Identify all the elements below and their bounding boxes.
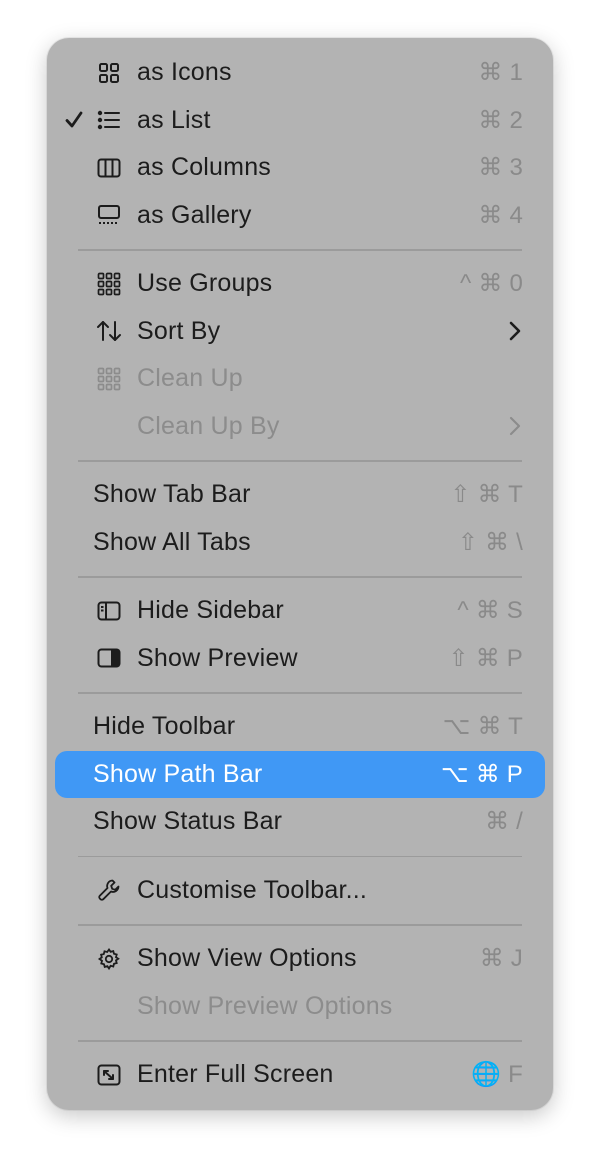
clean-up-icon	[95, 365, 123, 393]
keyboard-shortcut: ⌥ ⌘ T	[442, 713, 523, 741]
keyboard-shortcut: ⌘ 4	[478, 201, 523, 229]
grid-icon	[95, 59, 123, 87]
menu-item-label: Show Path Bar	[93, 759, 263, 788]
keyboard-shortcut: ⌘ /	[485, 808, 523, 836]
chevron-right-icon	[507, 415, 523, 437]
keyboard-shortcut: 🌐 F	[471, 1061, 523, 1089]
chevron-right-icon	[507, 320, 523, 342]
menu-item-label: as List	[137, 105, 211, 134]
menu-item-show-view-options[interactable]: Show View Options ⌘ J	[47, 935, 553, 983]
menu-item-label: Show Status Bar	[93, 807, 283, 836]
keyboard-shortcut: ⌘ J	[479, 945, 523, 973]
keyboard-shortcut: ⇧ ⌘ T	[450, 481, 523, 509]
keyboard-shortcut: ⇧ ⌘ P	[448, 644, 523, 672]
menu-item-label: Enter Full Screen	[137, 1060, 334, 1089]
sort-icon	[95, 317, 123, 345]
menu-item-sort-by[interactable]: Sort By	[47, 308, 553, 356]
menu-separator	[47, 1030, 553, 1051]
fullscreen-icon	[95, 1061, 123, 1089]
menu-item-enter-full-screen[interactable]: Enter Full Screen 🌐 F	[47, 1051, 553, 1099]
menu-item-label: Clean Up By	[137, 411, 280, 440]
keyboard-shortcut: ⌘ 1	[478, 59, 523, 87]
preview-icon	[95, 644, 123, 672]
menu-item-show-tab-bar[interactable]: Show Tab Bar ⇧ ⌘ T	[47, 471, 553, 519]
menu-item-hide-sidebar[interactable]: Hide Sidebar ^ ⌘ S	[47, 587, 553, 635]
menu-item-label: as Icons	[137, 58, 232, 87]
gear-icon	[95, 945, 123, 973]
view-context-menu: as Icons ⌘ 1 as List ⌘ 2 as Columns ⌘ 3	[47, 38, 553, 1110]
keyboard-shortcut: ^ ⌘ S	[457, 597, 523, 625]
keyboard-shortcut: ⇧ ⌘ \	[457, 528, 523, 556]
menu-item-label: Show View Options	[137, 944, 357, 973]
gallery-icon	[95, 201, 123, 229]
menu-separator	[47, 239, 553, 260]
menu-separator	[47, 566, 553, 587]
menu-item-label: Hide Sidebar	[137, 596, 284, 625]
menu-item-show-preview[interactable]: Show Preview ⇧ ⌘ P	[47, 635, 553, 683]
menu-item-use-groups[interactable]: Use Groups ^ ⌘ 0	[47, 260, 553, 308]
menu-item-label: Use Groups	[137, 269, 273, 298]
menu-item-show-status-bar[interactable]: Show Status Bar ⌘ /	[47, 798, 553, 846]
menu-item-label: Show Tab Bar	[93, 480, 251, 509]
menu-item-clean-up: Clean Up	[47, 355, 553, 403]
menu-item-label: Show Preview Options	[137, 991, 393, 1020]
keyboard-shortcut: ⌥ ⌘ P	[441, 760, 523, 788]
menu-separator	[47, 450, 553, 471]
sidebar-icon	[95, 597, 123, 625]
menu-item-show-preview-options: Show Preview Options	[47, 983, 553, 1031]
menu-item-show-path-bar[interactable]: Show Path Bar ⌥ ⌘ P	[55, 750, 545, 798]
wrench-icon	[95, 876, 123, 904]
keyboard-shortcut: ⌘ 2	[478, 106, 523, 134]
groups-icon	[95, 270, 123, 298]
list-icon	[95, 106, 123, 134]
menu-item-clean-up-by: Clean Up By	[47, 403, 553, 451]
menu-separator	[47, 846, 553, 867]
checkmark-icon	[61, 105, 87, 135]
columns-icon	[95, 154, 123, 182]
menu-item-show-all-tabs[interactable]: Show All Tabs ⇧ ⌘ \	[47, 519, 553, 567]
menu-item-as-columns[interactable]: as Columns ⌘ 3	[47, 144, 553, 192]
menu-item-label: Sort By	[137, 316, 221, 345]
menu-item-label: Customise Toolbar...	[137, 875, 368, 904]
menu-item-label: Clean Up	[137, 364, 243, 393]
menu-item-label: Show All Tabs	[93, 527, 251, 556]
menu-item-label: as Gallery	[137, 200, 252, 229]
menu-item-customise-toolbar[interactable]: Customise Toolbar...	[47, 867, 553, 915]
menu-item-label: as Columns	[137, 153, 271, 182]
menu-item-as-icons[interactable]: as Icons ⌘ 1	[47, 49, 553, 97]
menu-item-as-list[interactable]: as List ⌘ 2	[47, 97, 553, 145]
menu-separator	[47, 682, 553, 703]
menu-item-as-gallery[interactable]: as Gallery ⌘ 4	[47, 192, 553, 240]
keyboard-shortcut: ^ ⌘ 0	[460, 270, 523, 298]
menu-item-hide-toolbar[interactable]: Hide Toolbar ⌥ ⌘ T	[47, 703, 553, 751]
menu-item-label: Show Preview	[137, 643, 298, 672]
keyboard-shortcut: ⌘ 3	[478, 154, 523, 182]
menu-item-label: Hide Toolbar	[93, 712, 236, 741]
menu-separator	[47, 914, 553, 935]
